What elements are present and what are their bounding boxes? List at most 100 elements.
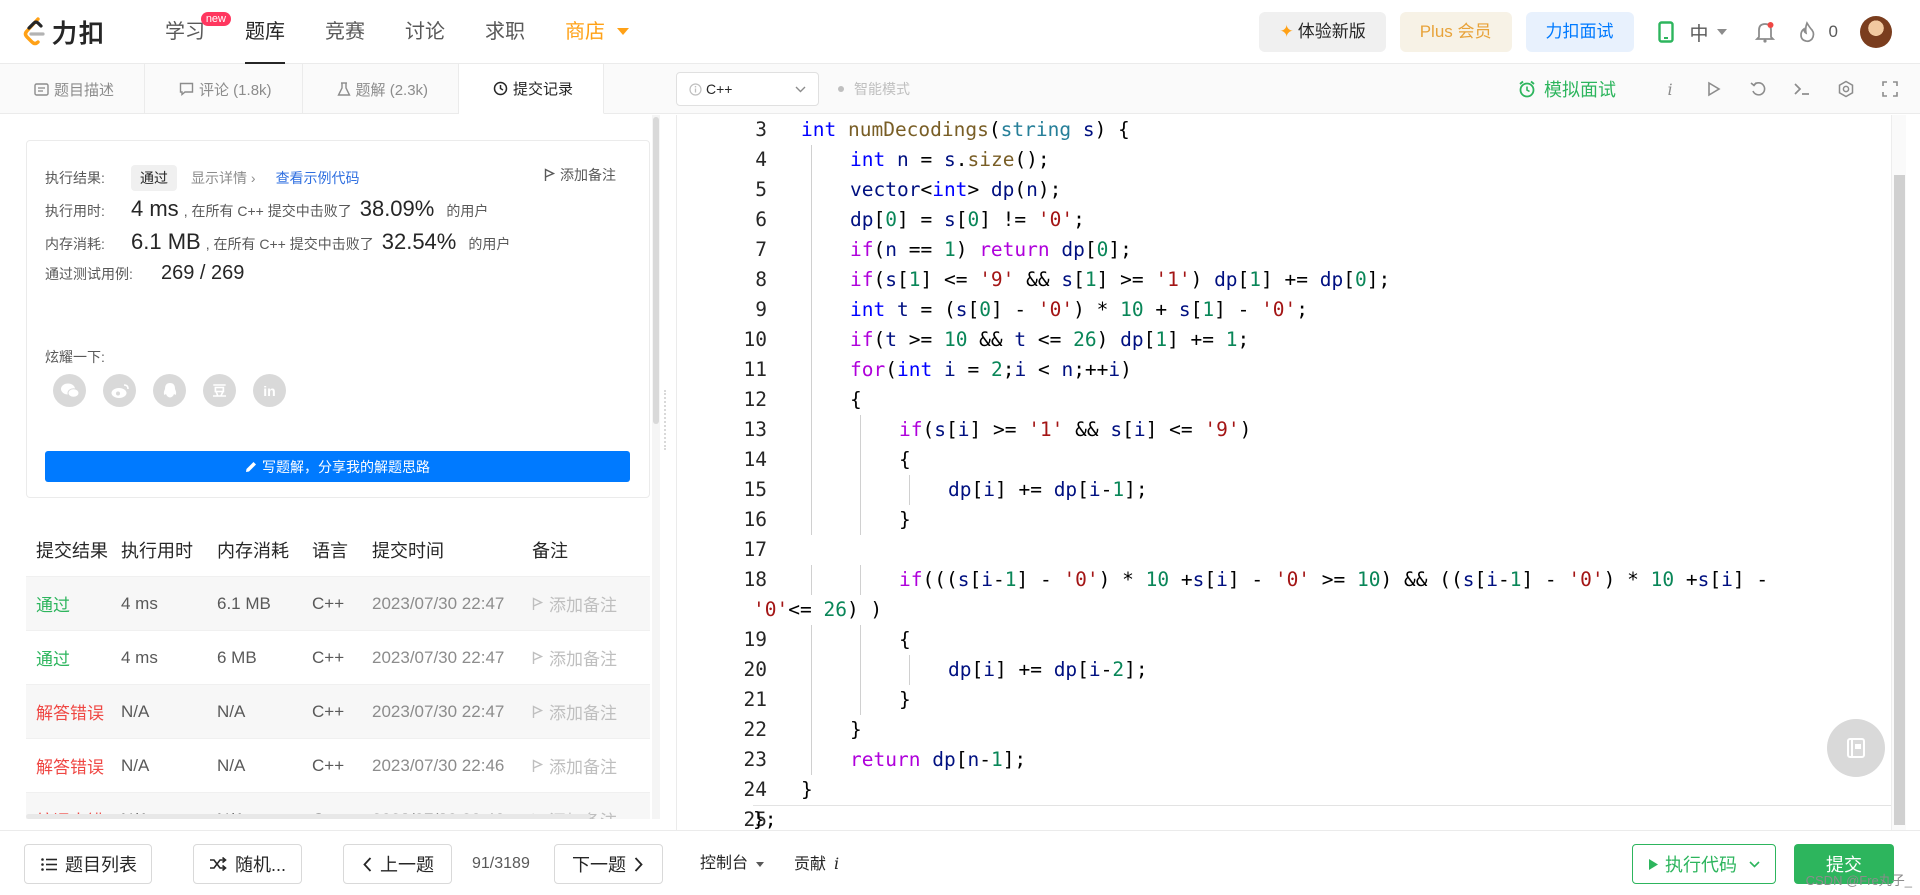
add-note-label: 添加备注 bbox=[549, 596, 617, 615]
runtime-percentile: 38.09% bbox=[359, 196, 435, 221]
plus-member-button[interactable]: Plus 会员 bbox=[1399, 12, 1512, 52]
qq-icon[interactable] bbox=[153, 374, 186, 407]
add-note-button[interactable]: 添加备注 bbox=[532, 753, 650, 778]
nav-study[interactable]: 学习 new bbox=[145, 0, 231, 64]
next-problem-button[interactable]: 下一题 bbox=[554, 844, 663, 884]
mobile-icon[interactable] bbox=[1648, 14, 1684, 50]
memory-percentile: 32.54% bbox=[381, 229, 457, 254]
submission-result[interactable]: 解答错误 bbox=[26, 699, 121, 724]
list-icon bbox=[41, 857, 57, 871]
show-details-link[interactable]: 显示详情 › bbox=[191, 168, 256, 188]
share-label: 炫耀一下: bbox=[45, 349, 105, 365]
settings-icon[interactable] bbox=[1830, 73, 1862, 105]
console-toggle[interactable]: 控制台 bbox=[700, 844, 765, 884]
add-note-label: 添加备注 bbox=[549, 704, 617, 723]
prev-problem-button[interactable]: 上一题 bbox=[343, 844, 452, 884]
nav-discuss[interactable]: 讨论 bbox=[385, 0, 465, 64]
add-note-button[interactable]: 添加备注 bbox=[532, 699, 650, 724]
tab-description[interactable]: 题目描述 bbox=[0, 64, 146, 114]
code-text: dp[0] = s[0] != '0'; bbox=[850, 208, 1085, 231]
bottom-bar: 题目列表 随机... 上一题 91/3189 下一题 控制台 贡献 i 执行代码 … bbox=[0, 830, 1920, 895]
tab-solutions[interactable]: 题解 (2.3k) bbox=[303, 64, 460, 114]
code-line: 5 vector<int> dp(n); bbox=[677, 175, 1906, 205]
view-sample-code-link[interactable]: 查看示例代码 bbox=[276, 168, 360, 188]
run-code-button[interactable]: 执行代码 bbox=[1632, 844, 1776, 884]
code-line: '0'<= 26) ) bbox=[677, 595, 1906, 625]
language-label: 中 bbox=[1689, 23, 1709, 45]
info-icon[interactable]: i bbox=[1654, 73, 1686, 105]
language-switcher[interactable]: 中 bbox=[1690, 19, 1727, 46]
reset-icon[interactable] bbox=[1742, 73, 1774, 105]
flame-icon[interactable] bbox=[1789, 14, 1825, 50]
submission-result[interactable]: 解答错误 bbox=[26, 753, 121, 778]
avatar[interactable] bbox=[1860, 16, 1892, 48]
leetcode-logo[interactable]: 力扣 bbox=[22, 16, 106, 48]
code-line: 20 dp[i] += dp[i-2]; bbox=[677, 655, 1906, 685]
add-note-label: 添加备注 bbox=[549, 758, 617, 777]
douban-icon[interactable]: 豆 bbox=[203, 374, 236, 407]
line-number: 21 bbox=[743, 688, 767, 711]
indent-guide bbox=[811, 325, 812, 355]
nav-jobs[interactable]: 求职 bbox=[465, 0, 545, 64]
code-editor[interactable]: 3 int numDecodings(string s) {4 int n = s.… bbox=[676, 115, 1906, 830]
code-text: return dp[n-1]; bbox=[850, 748, 1027, 771]
problem-list-button[interactable]: 题目列表 bbox=[24, 844, 152, 884]
indent-guide bbox=[811, 265, 812, 295]
horizontal-scrollbar[interactable] bbox=[26, 814, 591, 819]
line-number: 10 bbox=[743, 328, 767, 351]
tab-comments[interactable]: 评论 (1.8k) bbox=[145, 64, 303, 114]
submission-result[interactable]: 通过 bbox=[26, 645, 121, 670]
next-problem-label: 下一题 bbox=[572, 855, 626, 875]
language-select[interactable]: C++ bbox=[676, 72, 819, 106]
smart-mode-toggle[interactable]: 智能模式 bbox=[838, 64, 910, 114]
add-note-button[interactable]: 添加备注 bbox=[532, 591, 650, 616]
table-row[interactable]: 通过 4 ms 6 MB C++ 2023/07/30 22:47 添加备注 bbox=[26, 630, 650, 684]
tab-submissions-label: 提交记录 bbox=[513, 81, 574, 98]
leetcode-interview-button[interactable]: 力扣面试 bbox=[1525, 12, 1634, 52]
contribute-button[interactable]: 贡献 i bbox=[794, 844, 839, 884]
exec-result-row: 执行结果: 通过 显示详情 › 查看示例代码 bbox=[45, 165, 360, 191]
tab-submissions[interactable]: 提交记录 bbox=[459, 64, 605, 114]
random-button[interactable]: 随机... bbox=[193, 844, 302, 884]
pencil-icon bbox=[246, 461, 256, 472]
info-circle-icon bbox=[689, 82, 702, 96]
indent-guide bbox=[811, 235, 812, 265]
nav-store[interactable]: 商店 bbox=[545, 0, 649, 64]
weibo-icon[interactable] bbox=[103, 374, 136, 407]
play-outline-icon[interactable] bbox=[1698, 73, 1730, 105]
comment-icon bbox=[179, 82, 194, 96]
info-icon: i bbox=[834, 854, 840, 873]
memory-users: 的用户 bbox=[468, 236, 511, 252]
add-note-button[interactable]: 添加备注 bbox=[544, 165, 616, 185]
editor-scrollbar[interactable] bbox=[1891, 115, 1906, 830]
nav-problemset[interactable]: 题库 bbox=[225, 0, 305, 64]
fullscreen-icon[interactable] bbox=[1874, 73, 1906, 105]
play-icon bbox=[1649, 858, 1658, 870]
add-note-button[interactable]: 添加备注 bbox=[532, 645, 650, 670]
code-text: if(s[i] >= '1' && s[i] <= '9') bbox=[899, 418, 1252, 441]
table-row[interactable]: 解答错误 N/A N/A C++ 2023/07/30 22:46 添加备注 bbox=[26, 738, 650, 792]
mock-interview-button[interactable]: 模拟面试 bbox=[1518, 76, 1616, 102]
notebook-button[interactable] bbox=[1827, 719, 1885, 777]
submission-result[interactable]: 通过 bbox=[26, 591, 121, 616]
table-row[interactable]: 解答错误 N/A N/A C++ 2023/07/30 22:47 添加备注 bbox=[26, 684, 650, 738]
indent-guide bbox=[909, 655, 910, 685]
panel-resize-handle[interactable] bbox=[664, 390, 668, 450]
chevron-left-icon bbox=[363, 856, 372, 872]
indent-guide bbox=[860, 475, 861, 505]
editor-scrollbar-thumb[interactable] bbox=[1894, 175, 1905, 825]
bell-icon[interactable] bbox=[1747, 14, 1783, 50]
vertical-scrollbar[interactable] bbox=[652, 115, 660, 819]
table-row[interactable]: 通过 4 ms 6.1 MB C++ 2023/07/30 22:47 添加备注 bbox=[26, 576, 650, 630]
scrollbar-thumb[interactable] bbox=[653, 117, 659, 424]
runtime-users: 的用户 bbox=[446, 203, 489, 219]
nav-contest[interactable]: 竞赛 bbox=[305, 0, 385, 64]
terminal-icon[interactable] bbox=[1786, 73, 1818, 105]
line-number: 8 bbox=[755, 268, 767, 291]
indent-guide bbox=[811, 505, 812, 535]
watermark: CSDN @Fre丸子_ bbox=[1805, 873, 1912, 888]
try-new-version-button[interactable]: ✦ 体验新版 bbox=[1259, 12, 1386, 52]
linkedin-icon[interactable]: in bbox=[253, 374, 286, 407]
wechat-icon[interactable] bbox=[53, 374, 86, 407]
write-solution-button[interactable]: 写题解，分享我的解题思路 bbox=[45, 451, 630, 482]
